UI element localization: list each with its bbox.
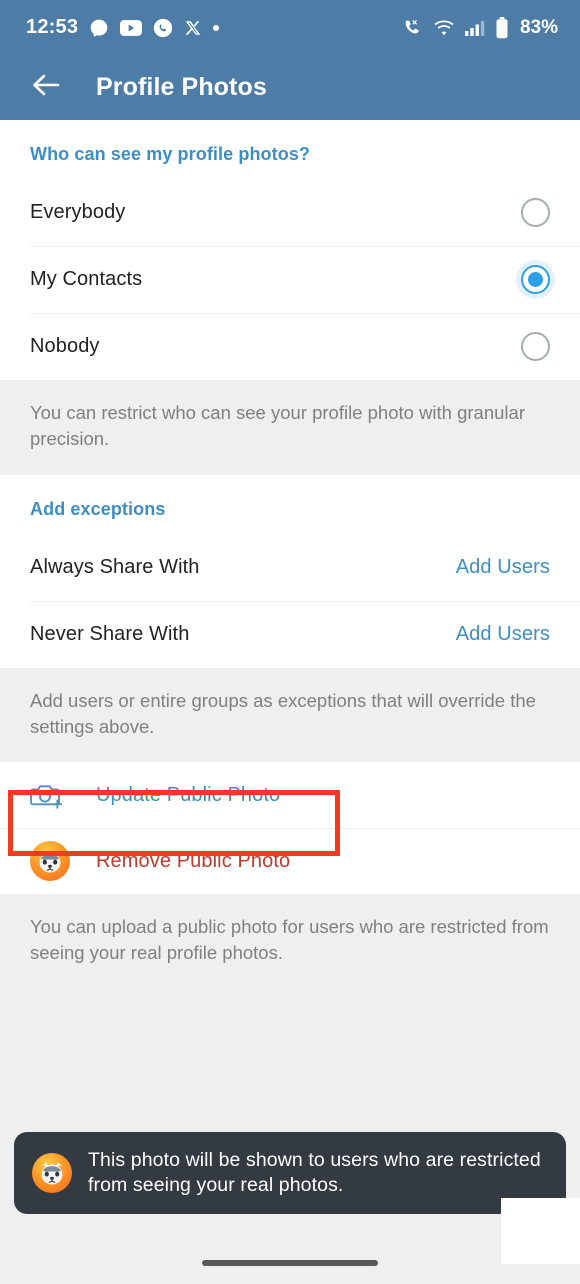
exceptions-section: Add exceptions Always Share With Add Use… bbox=[0, 474, 580, 668]
radio-my-contacts[interactable] bbox=[521, 265, 550, 294]
battery-icon bbox=[495, 16, 509, 39]
avatar bbox=[30, 841, 70, 882]
back-button[interactable] bbox=[26, 68, 66, 108]
exceptions-section-note: Add users or entire groups as exceptions… bbox=[0, 667, 580, 763]
settings-content: Who can see my profile photos? Everybody… bbox=[0, 120, 580, 989]
privacy-visibility-section: Who can see my profile photos? Everybody… bbox=[0, 120, 580, 380]
youtube-icon bbox=[120, 19, 143, 36]
public-photo-section: Update Public Photo Remove Public Photo bbox=[0, 762, 580, 895]
privacy-option-label: My Contacts bbox=[30, 268, 143, 290]
camera-plus-icon bbox=[30, 780, 72, 810]
privacy-section-note: You can restrict who can see your profil… bbox=[0, 380, 580, 475]
always-share-with-row[interactable]: Always Share With Add Users bbox=[0, 533, 580, 601]
update-public-photo-row[interactable]: Update Public Photo bbox=[0, 762, 580, 829]
screen-artifact-patch bbox=[501, 1198, 580, 1264]
page-title: Profile Photos bbox=[96, 73, 267, 101]
battery-percent-label: 83% bbox=[519, 16, 558, 38]
privacy-option-my-contacts[interactable]: My Contacts bbox=[0, 246, 580, 313]
radio-nobody[interactable] bbox=[521, 332, 550, 361]
privacy-option-nobody[interactable]: Nobody bbox=[0, 313, 580, 380]
phone-screen: 12:53 83% Profile Photos Who can see my … bbox=[0, 0, 580, 1284]
privacy-option-label: Everybody bbox=[30, 201, 126, 223]
whatsapp-icon bbox=[153, 18, 173, 38]
always-share-add-users-link[interactable]: Add Users bbox=[456, 556, 550, 579]
app-bar: Profile Photos bbox=[0, 55, 580, 120]
arrow-left-icon bbox=[31, 72, 61, 103]
remove-public-photo-label: Remove Public Photo bbox=[96, 849, 291, 872]
toast-message: This photo will be shown to users who ar… bbox=[88, 1149, 541, 1197]
status-bar: 12:53 83% bbox=[0, 0, 580, 55]
privacy-option-everybody[interactable]: Everybody bbox=[0, 179, 580, 246]
radio-everybody[interactable] bbox=[521, 198, 550, 227]
system-navigation-bar bbox=[0, 1242, 580, 1284]
profile-avatar-icon bbox=[30, 841, 72, 882]
x-twitter-icon bbox=[184, 19, 202, 37]
never-share-with-label: Never Share With bbox=[30, 622, 190, 645]
status-bar-left: 12:53 bbox=[26, 16, 402, 39]
never-share-add-users-link[interactable]: Add Users bbox=[456, 623, 550, 646]
update-public-photo-label: Update Public Photo bbox=[96, 783, 281, 806]
status-bar-right: 83% bbox=[402, 16, 558, 39]
privacy-option-label: Nobody bbox=[30, 335, 100, 357]
toast-avatar-icon bbox=[32, 1153, 72, 1194]
wifi-icon bbox=[433, 19, 455, 37]
toast-snackbar[interactable]: This photo will be shown to users who ar… bbox=[14, 1132, 566, 1214]
remove-public-photo-row[interactable]: Remove Public Photo bbox=[0, 828, 580, 895]
privacy-section-header: Who can see my profile photos? bbox=[30, 144, 311, 164]
always-share-with-label: Always Share With bbox=[30, 555, 200, 578]
public-photo-section-note: You can upload a public photo for users … bbox=[0, 894, 580, 989]
status-bar-clock: 12:53 bbox=[26, 16, 79, 38]
more-dot-icon bbox=[213, 24, 220, 31]
never-share-with-row[interactable]: Never Share With Add Users bbox=[0, 600, 580, 668]
exceptions-section-header: Add exceptions bbox=[30, 498, 166, 519]
cellular-signal-icon bbox=[464, 19, 486, 37]
home-gesture-pill[interactable] bbox=[202, 1260, 378, 1266]
messenger-icon bbox=[89, 18, 109, 38]
call-mute-icon bbox=[402, 18, 424, 38]
